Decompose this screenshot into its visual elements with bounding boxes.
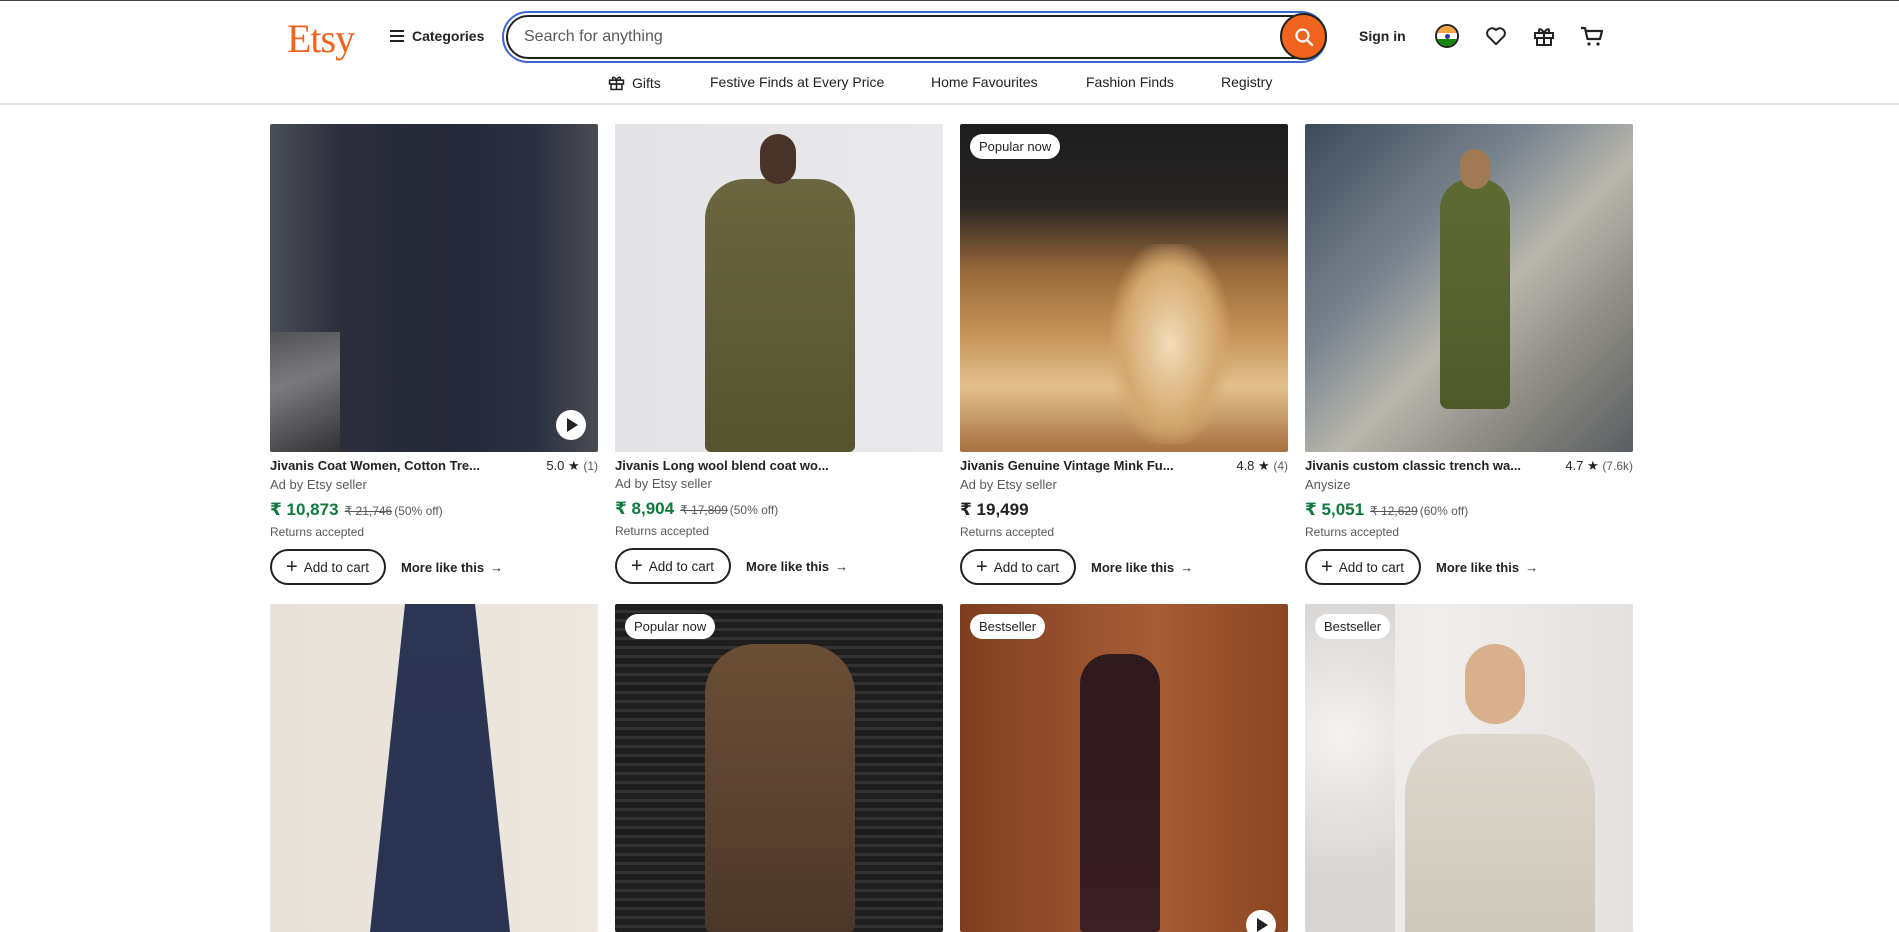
popular-now-badge: Popular now — [970, 134, 1061, 159]
subnav-label: Fashion Finds — [1086, 74, 1174, 90]
subnav-label: Home Favourites — [931, 74, 1038, 90]
listing-discount: (50% off) — [729, 503, 779, 517]
subnav-festive-finds[interactable]: Festive Finds at Every Price — [710, 74, 884, 90]
india-flag-icon — [1435, 24, 1459, 48]
returns-accepted: Returns accepted — [960, 525, 1055, 539]
listing-card[interactable]: Popular now — [615, 604, 943, 932]
gift-mode-button[interactable] — [1531, 23, 1557, 49]
search-icon — [1294, 27, 1313, 46]
returns-accepted: Returns accepted — [615, 524, 710, 538]
listing-card[interactable] — [270, 604, 598, 932]
plus-icon: + — [1321, 556, 1333, 578]
listing-rating: 4.8 ★ (4) — [1236, 458, 1288, 473]
returns-accepted: Returns accepted — [270, 525, 365, 539]
heart-icon — [1486, 27, 1506, 46]
listing-image[interactable]: Popular now — [960, 124, 1288, 452]
returns-accepted: Returns accepted — [1305, 525, 1400, 539]
listing-price: ₹ 10,873 — [270, 500, 339, 519]
cart-icon — [1581, 26, 1604, 46]
listing-original-price: ₹ 12,629 — [1370, 504, 1418, 518]
search-bar — [502, 11, 1327, 63]
add-to-cart-button[interactable]: + Add to cart — [960, 549, 1076, 585]
listing-discount: (50% off) — [394, 504, 443, 518]
listing-rating: 4.7 ★ (7.6k) — [1565, 458, 1633, 473]
play-video-icon[interactable] — [556, 410, 586, 440]
favorites-button[interactable] — [1483, 23, 1509, 49]
hamburger-icon — [390, 30, 404, 42]
add-to-cart-button[interactable]: + Add to cart — [615, 548, 731, 584]
popular-now-badge: Popular now — [625, 614, 716, 639]
more-like-this-link[interactable]: More like this → — [401, 560, 503, 575]
listing-image[interactable] — [270, 604, 598, 932]
region-flag-button[interactable] — [1434, 23, 1460, 49]
listing-price: ₹ 19,499 — [960, 500, 1029, 519]
gift-icon — [1534, 28, 1554, 46]
search-input[interactable] — [508, 17, 1321, 57]
plus-icon: + — [631, 555, 643, 577]
subnav-gifts[interactable]: Gifts — [608, 74, 661, 91]
sign-in-link[interactable]: Sign in — [1359, 28, 1406, 44]
listing-card[interactable]: Bestseller — [1305, 604, 1633, 932]
subnav-home-favourites[interactable]: Home Favourites — [931, 74, 1038, 90]
listing-image[interactable] — [615, 124, 943, 452]
listing-original-price: ₹ 21,746 — [344, 504, 393, 518]
listing-seller: Anysize — [1305, 477, 1351, 492]
subnav-label: Gifts — [632, 74, 661, 91]
listing-image[interactable]: Popular now — [615, 604, 943, 932]
arrow-right-icon: → — [490, 559, 504, 575]
listing-image[interactable]: Bestseller — [960, 604, 1288, 932]
listing-card[interactable]: Jivanis Long wool blend coat wo... Ad by… — [615, 124, 943, 584]
arrow-right-icon: → — [1180, 559, 1194, 575]
listing-discount: (60% off) — [1419, 504, 1469, 518]
categories-button[interactable]: Categories — [390, 28, 484, 44]
more-like-this-link[interactable]: More like this → — [1091, 560, 1193, 575]
listing-card[interactable]: Bestseller — [960, 604, 1288, 932]
listing-image[interactable] — [270, 124, 598, 452]
play-video-icon[interactable] — [1246, 910, 1276, 932]
listing-title[interactable]: Jivanis custom classic trench wa... — [1305, 458, 1521, 474]
cart-button[interactable] — [1579, 23, 1605, 49]
bestseller-badge: Bestseller — [1315, 614, 1391, 639]
listing-seller: Ad by Etsy seller — [960, 477, 1057, 492]
plus-icon: + — [286, 556, 298, 578]
listing-image[interactable] — [1305, 124, 1633, 452]
star-icon: ★ — [1587, 458, 1599, 473]
listing-price: ₹ 8,904 — [615, 499, 675, 518]
more-like-this-link[interactable]: More like this → — [1436, 560, 1538, 575]
star-icon: ★ — [1258, 458, 1270, 473]
sub-navigation: Gifts Festive Finds at Every Price Home … — [0, 74, 1899, 98]
site-header: Etsy Categories Sign in — [0, 1, 1899, 105]
listing-title[interactable]: Jivanis Coat Women, Cotton Tre... — [270, 458, 480, 474]
arrow-right-icon: → — [835, 558, 849, 574]
subnav-label: Festive Finds at Every Price — [710, 74, 885, 90]
star-icon: ★ — [568, 458, 580, 473]
search-button[interactable] — [1280, 13, 1327, 60]
gift-icon — [608, 76, 625, 91]
listing-card[interactable]: Popular now Jivanis Genuine Vintage Mink… — [960, 124, 1288, 585]
etsy-logo[interactable]: Etsy — [287, 15, 355, 62]
listing-image[interactable]: Bestseller — [1305, 604, 1633, 932]
listing-card[interactable]: Jivanis Coat Women, Cotton Tre... 5.0 ★ … — [270, 124, 598, 585]
listing-seller: Ad by Etsy seller — [270, 477, 367, 492]
listing-title[interactable]: Jivanis Long wool blend coat wo... — [615, 458, 829, 473]
listing-seller: Ad by Etsy seller — [615, 476, 712, 491]
more-like-this-link[interactable]: More like this → — [746, 559, 848, 574]
listing-original-price: ₹ 17,809 — [680, 503, 728, 517]
plus-icon: + — [976, 556, 988, 578]
listing-rating: 5.0 ★ (1) — [546, 458, 598, 473]
listing-card[interactable]: Jivanis custom classic trench wa... 4.7 … — [1305, 124, 1633, 585]
listing-price: ₹ 5,051 — [1305, 500, 1365, 519]
subnav-fashion-finds[interactable]: Fashion Finds — [1086, 74, 1174, 90]
listing-title[interactable]: Jivanis Genuine Vintage Mink Fu... — [960, 458, 1174, 474]
add-to-cart-button[interactable]: + Add to cart — [270, 549, 386, 585]
arrow-right-icon: → — [1525, 559, 1539, 575]
categories-label: Categories — [412, 28, 485, 44]
add-to-cart-button[interactable]: + Add to cart — [1305, 549, 1421, 585]
subnav-registry[interactable]: Registry — [1221, 74, 1272, 90]
bestseller-badge: Bestseller — [970, 614, 1046, 639]
subnav-label: Registry — [1221, 74, 1273, 90]
